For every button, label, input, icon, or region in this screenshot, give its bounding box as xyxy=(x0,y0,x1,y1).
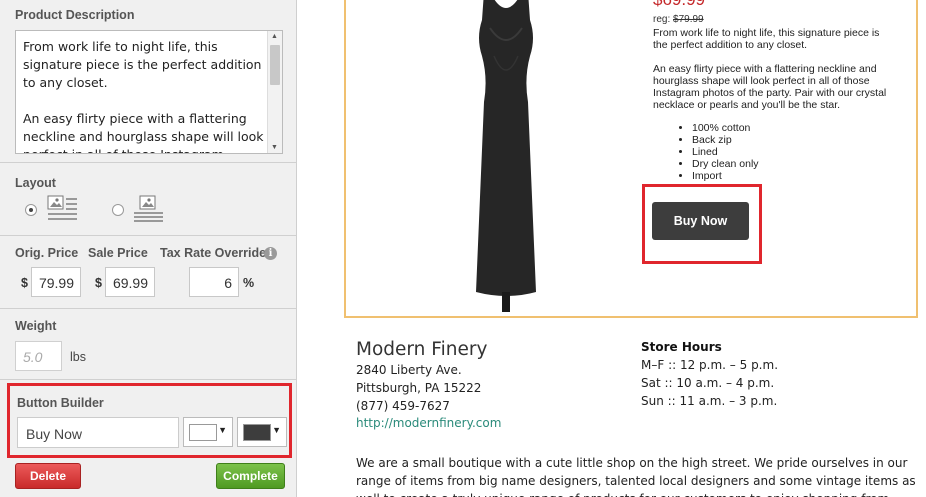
sale-price-label: Sale Price xyxy=(88,246,148,260)
background-color-select[interactable]: ▼ xyxy=(237,417,287,447)
weight-input[interactable]: 5.0 xyxy=(15,341,62,371)
store-address-line-1: 2840 Liberty Ave. xyxy=(356,363,462,377)
description-scrollbar[interactable]: ▲ ▼ xyxy=(267,31,282,153)
store-website-link[interactable]: http://modernfinery.com xyxy=(356,416,501,430)
delete-button[interactable]: Delete xyxy=(15,463,81,489)
description-section: Product Description From work life to ni… xyxy=(0,0,296,163)
description-text[interactable]: From work life to night life, this signa… xyxy=(23,38,267,153)
orig-price-input[interactable]: 79.99 xyxy=(31,267,81,297)
regular-price-prefix: reg: xyxy=(653,14,671,25)
tax-rate-input[interactable]: 6 xyxy=(189,267,239,297)
scroll-up-arrow-icon[interactable]: ▲ xyxy=(271,33,278,40)
store-preview: $69.99 reg: $79.99 From work life to nig… xyxy=(330,0,926,497)
button-builder-section: Button Builder Buy Now ▼ ▼ Delete Comple… xyxy=(0,381,296,497)
orig-currency-symbol: $ xyxy=(21,276,28,290)
dropdown-caret-icon: ▼ xyxy=(218,425,227,435)
store-hours-weekday: M–F :: 12 p.m. – 5 p.m. xyxy=(641,358,779,372)
background-color-swatch xyxy=(243,424,271,441)
pricing-section: Orig. Price Sale Price Tax Rate Override… xyxy=(0,237,296,309)
feature-item: 100% cotton xyxy=(692,122,759,134)
text-color-swatch xyxy=(189,424,217,441)
layout-label: Layout xyxy=(15,176,56,190)
buy-now-button[interactable]: Buy Now xyxy=(652,202,749,240)
store-phone: (877) 459-7627 xyxy=(356,399,450,413)
weight-label: Weight xyxy=(15,319,57,333)
store-hours-sunday: Sun :: 11 a.m. – 3 p.m. xyxy=(641,394,778,408)
tax-rate-label: Tax Rate Override xyxy=(160,246,267,260)
percent-symbol: % xyxy=(243,276,255,290)
feature-item: Dry clean only xyxy=(692,158,759,170)
sale-price-input[interactable]: 69.99 xyxy=(105,267,155,297)
text-color-select[interactable]: ▼ xyxy=(183,417,233,447)
feature-item: Import xyxy=(692,170,759,182)
button-builder-label: Button Builder xyxy=(17,396,104,410)
complete-button[interactable]: Complete xyxy=(216,463,285,489)
product-card: $69.99 reg: $79.99 From work life to nig… xyxy=(344,0,918,318)
layout-radio-image-left[interactable] xyxy=(25,204,37,216)
layout-image-left-icon[interactable] xyxy=(45,195,79,225)
layout-section: Layout xyxy=(0,164,296,236)
regular-price-line: reg: $79.99 xyxy=(653,14,704,25)
description-label: Product Description xyxy=(15,8,135,22)
feature-item: Back zip xyxy=(692,134,759,146)
regular-price: $79.99 xyxy=(673,14,704,25)
store-about-text: We are a small boutique with a cute litt… xyxy=(356,456,916,497)
app: Product Description From work life to ni… xyxy=(0,0,926,497)
dropdown-caret-icon: ▼ xyxy=(272,425,281,435)
weight-section: Weight 5.0 lbs xyxy=(0,310,296,380)
store-address-line-2: Pittsburgh, PA 15222 xyxy=(356,381,482,395)
scroll-thumb[interactable] xyxy=(270,45,280,85)
dress-product-image xyxy=(476,0,536,312)
button-builder-highlight: Button Builder Buy Now ▼ ▼ xyxy=(7,383,292,458)
button-text-input[interactable]: Buy Now xyxy=(17,417,179,448)
feature-item: Lined xyxy=(692,146,759,158)
product-features-list: 100% cotton Back zip Lined Dry clean onl… xyxy=(692,122,759,182)
sale-currency-symbol: $ xyxy=(95,276,102,290)
store-hours-saturday: Sat :: 10 a.m. – 4 p.m. xyxy=(641,376,775,390)
layout-image-top-icon[interactable] xyxy=(131,195,165,225)
scroll-down-arrow-icon[interactable]: ▼ xyxy=(271,144,278,151)
description-textarea[interactable]: From work life to night life, this signa… xyxy=(15,30,283,154)
product-paragraph-2: An easy flirty piece with a flattering n… xyxy=(653,63,887,111)
layout-radio-image-top[interactable] xyxy=(112,204,124,216)
product-price: $69.99 xyxy=(653,0,705,10)
store-hours-title: Store Hours xyxy=(641,340,722,354)
weight-unit: lbs xyxy=(70,350,86,364)
editor-panel: Product Description From work life to ni… xyxy=(0,0,297,497)
orig-price-label: Orig. Price xyxy=(15,246,79,260)
info-icon[interactable]: i xyxy=(264,247,277,260)
product-paragraph-1: From work life to night life, this signa… xyxy=(653,27,880,51)
store-name: Modern Finery xyxy=(356,339,488,360)
